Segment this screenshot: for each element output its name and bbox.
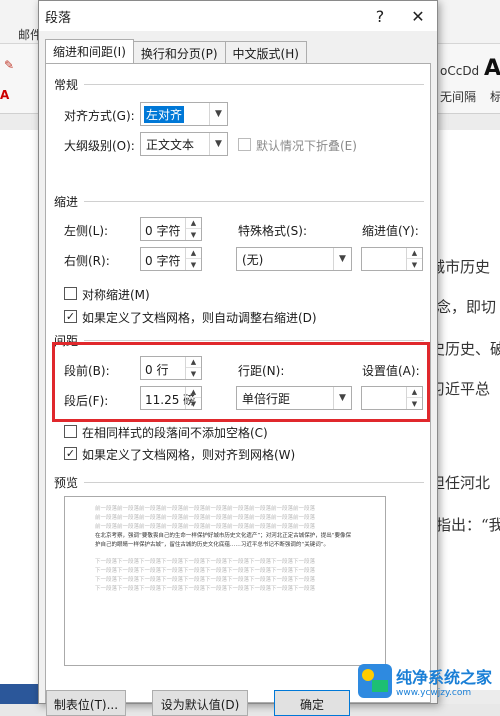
section-divider [84, 482, 424, 483]
indent-section-title: 缩进 [54, 195, 79, 209]
special-indent-value: (无) [242, 253, 264, 267]
document-page: 城市历史 念，即切 史历史、破 习近平总 担任河北 指出：“我 [430, 130, 500, 690]
chevron-down-icon[interactable]: ▼ [209, 133, 227, 155]
tabs-button[interactable]: 制表位(T)... [46, 690, 126, 716]
doc-line: 担任河北 [430, 474, 491, 492]
dialog-title: 段落 [45, 10, 72, 26]
special-indent-label: 特殊格式(S): [238, 224, 308, 238]
doc-line: 史历史、破 [430, 340, 500, 358]
doc-line: 指出：“我 [436, 516, 500, 534]
spin-up-icon[interactable]: ▲ [186, 248, 201, 259]
close-icon[interactable]: ✕ [399, 1, 437, 31]
chevron-down-icon[interactable]: ▼ [333, 248, 351, 270]
tab-asian-typography[interactable]: 中文版式(H) [224, 41, 307, 63]
spin-up-icon[interactable]: ▲ [407, 248, 422, 259]
special-indent-select[interactable]: (无) ▼ [236, 247, 352, 271]
status-bar [0, 684, 40, 704]
indent-left-spinner[interactable]: 0 字符 ▲ ▼ [140, 217, 202, 241]
help-icon[interactable]: ? [361, 1, 399, 31]
no-space-same-style-label: 在相同样式的段落间不添加空格(C) [82, 426, 268, 440]
spin-down-icon[interactable]: ▼ [186, 259, 201, 270]
dialog-titlebar[interactable]: 段落 ? ✕ [39, 1, 437, 31]
chevron-down-icon[interactable]: ▼ [209, 103, 227, 125]
preview-next-line: 下一段落下一段落下一段落下一段落下一段落下一段落下一段落下一段落下一段落下一段落 [95, 568, 316, 574]
preview-next-line: 下一段落下一段落下一段落下一段落下一段落下一段落下一段落下一段落下一段落下一段落 [95, 577, 316, 583]
auto-adjust-checkbox[interactable]: ✓ [64, 310, 77, 323]
document-page-left [0, 130, 38, 690]
preview-section-title: 预览 [54, 476, 79, 490]
section-divider [84, 84, 424, 85]
ok-button[interactable]: 确定 [274, 690, 350, 716]
indent-left-label: 左侧(L): [64, 224, 109, 238]
preview-prev-line: 前一段落前一段落前一段落前一段落前一段落前一段落前一段落前一段落前一段落前一段落 [95, 524, 316, 530]
indent-right-label: 右侧(R): [64, 254, 110, 268]
watermark-logo-icon [358, 664, 392, 698]
dialog-tabs: 缩进和间距(I) 换行和分页(P) 中文版式(H) [45, 39, 307, 63]
indent-right-value: 0 字符 [145, 254, 181, 268]
font-color-icon[interactable]: A [0, 88, 9, 102]
style-label-heading[interactable]: 标 [490, 88, 500, 105]
set-default-button[interactable]: 设为默认值(D) [152, 690, 248, 716]
preview-prev-line: 前一段落前一段落前一段落前一段落前一段落前一段落前一段落前一段落前一段落前一段落 [95, 515, 316, 521]
indent-by-spinner[interactable]: ▲ ▼ [361, 247, 423, 271]
doc-line: 习近平总 [430, 380, 491, 398]
outline-level-label: 大纲级别(O): [64, 139, 135, 153]
snap-to-grid-label: 如果定义了文档网格，则对齐到网格(W) [82, 448, 296, 462]
style-sample-big[interactable]: A [484, 56, 500, 81]
preview-box: 前一段落前一段落前一段落前一段落前一段落前一段落前一段落前一段落前一段落前一段落… [64, 496, 386, 666]
section-divider [84, 340, 424, 341]
preview-next-line: 下一段落下一段落下一段落下一段落下一段落下一段落下一段落下一段落下一段落下一段落 [95, 586, 316, 592]
highlight-box [52, 342, 430, 422]
preview-next-line: 下一段落下一段落下一段落下一段落下一段落下一段落下一段落下一段落下一段落下一段落 [95, 559, 316, 565]
general-section-title: 常规 [54, 78, 79, 92]
mirror-indents-checkbox[interactable] [64, 287, 77, 300]
indent-left-value: 0 字符 [145, 224, 181, 238]
auto-adjust-label: 如果定义了文档网格，则自动调整右缩进(D) [82, 311, 317, 325]
tab-line-page-breaks[interactable]: 换行和分页(P) [132, 41, 226, 63]
watermark-url: www.ycwjzy.com [396, 688, 472, 698]
mirror-indents-label: 对称缩进(M) [82, 288, 150, 302]
section-divider [84, 201, 424, 202]
preview-prev-line: 前一段落前一段落前一段落前一段落前一段落前一段落前一段落前一段落前一段落前一段落 [95, 506, 316, 512]
outline-level-select[interactable]: 正文文本 ▼ [140, 132, 228, 156]
indent-right-spinner[interactable]: 0 字符 ▲ ▼ [140, 247, 202, 271]
style-label-no-spacing[interactable]: 无间隔 [440, 88, 476, 105]
preview-body-text: 在北京考察，强调“要敬畏自己的生命一样保护好城市历史文化遗产”；对河北正定古城保… [95, 533, 352, 548]
alignment-label: 对齐方式(G): [64, 109, 135, 123]
alignment-select[interactable]: 左对齐 ▼ [140, 102, 228, 126]
outline-level-value: 正文文本 [146, 138, 195, 152]
watermark-title: 纯净系统之家 [396, 668, 493, 687]
alignment-value: 左对齐 [144, 106, 185, 123]
snap-to-grid-checkbox[interactable]: ✓ [64, 447, 77, 460]
indent-by-label: 缩进值(Y): [362, 224, 419, 238]
collapse-checkbox[interactable] [238, 138, 251, 151]
spin-down-icon[interactable]: ▼ [186, 229, 201, 240]
style-sample[interactable]: oCcDd [440, 64, 479, 78]
site-watermark: 纯净系统之家 www.ycwjzy.com [358, 664, 492, 698]
collapse-label: 默认情况下折叠(E) [256, 139, 357, 153]
spin-up-icon[interactable]: ▲ [186, 218, 201, 229]
format-painter-icon[interactable]: ✎ [4, 58, 14, 72]
tab-indents-spacing[interactable]: 缩进和间距(I) [45, 39, 134, 63]
doc-line: 城市历史 [430, 258, 491, 276]
doc-line: 念，即切 [436, 298, 497, 316]
spin-down-icon[interactable]: ▼ [407, 259, 422, 270]
no-space-same-style-checkbox[interactable] [64, 425, 77, 438]
